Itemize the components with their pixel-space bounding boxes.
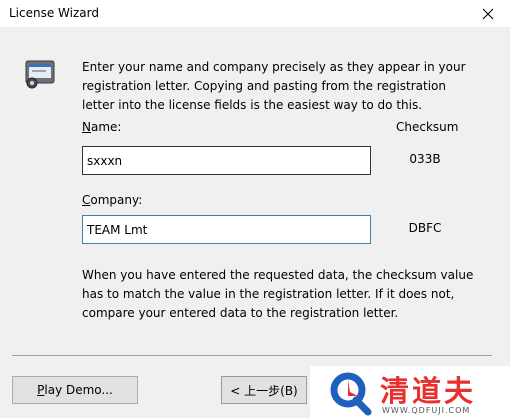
name-field[interactable]: [82, 146, 371, 175]
intro-text: Enter your name and company precisely as…: [82, 60, 466, 112]
magnifier-logo-icon: [330, 372, 372, 416]
close-button[interactable]: [466, 0, 510, 27]
play-demo-accesskey: P: [37, 383, 45, 397]
name-label-accesskey: N: [82, 120, 91, 134]
company-label-rest: ompany:: [90, 193, 143, 207]
company-field[interactable]: [82, 215, 371, 244]
footer-divider: [12, 355, 492, 356]
watermark: 清道夫 WWW.QDFUJI.COM: [310, 366, 510, 418]
checksum-header: Checksum: [396, 120, 459, 134]
watermark-url: WWW.QDFUJI.COM: [382, 406, 471, 415]
company-checksum: DBFC: [408, 221, 442, 235]
name-label-rest: ame:: [90, 120, 122, 134]
title-bar: License Wizard: [0, 0, 510, 27]
outro-text: When you have entered the requested data…: [82, 268, 474, 320]
name-checksum: 033B: [409, 152, 441, 166]
play-demo-label: lay Demo...: [44, 383, 113, 397]
name-label: Name:: [82, 120, 121, 134]
window-title: License Wizard: [9, 6, 99, 20]
close-icon: [482, 8, 494, 19]
watermark-brand: 清道夫: [380, 374, 477, 408]
license-app-icon: [25, 60, 55, 89]
company-label: Company:: [82, 193, 142, 207]
back-button[interactable]: < 上一步(B): [221, 376, 307, 404]
play-demo-button[interactable]: Play Demo...: [12, 376, 138, 404]
